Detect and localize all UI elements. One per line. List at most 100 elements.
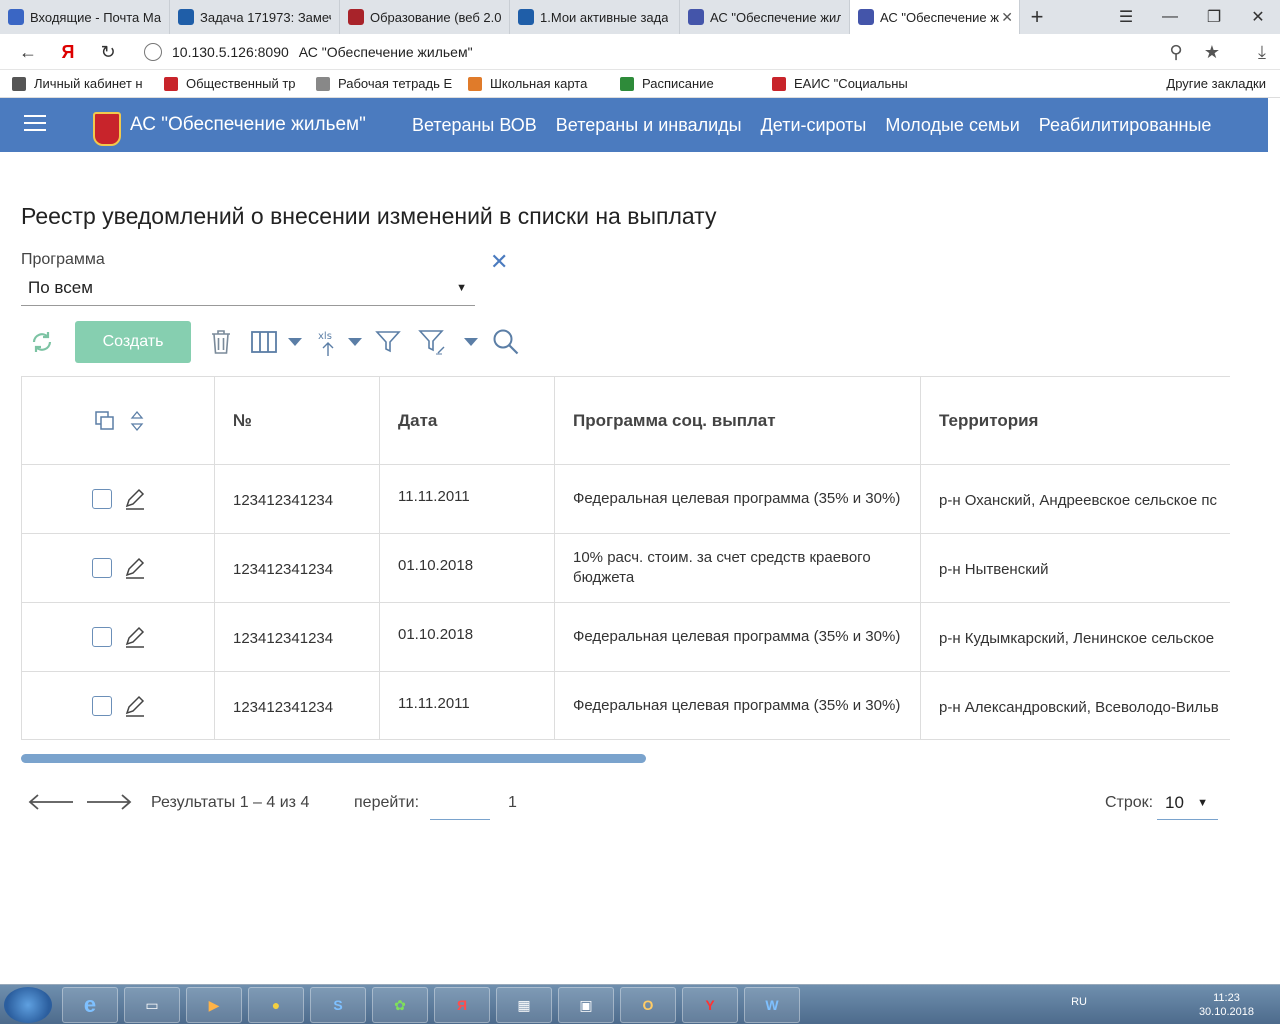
other-bookmarks[interactable]: Другие закладки — [1166, 76, 1266, 91]
bookmark-label: Расписание — [642, 76, 714, 91]
export-dropdown-icon[interactable] — [345, 321, 365, 363]
bookmark-star-icon[interactable]: ★ — [1194, 42, 1230, 63]
browser-tab[interactable]: АС "Обеспечение ж ✕ — [850, 0, 1020, 34]
table-row[interactable]: 123412341234 01.10.2018 10% расч. стоим. з… — [22, 534, 1230, 603]
cell-number: 123412341234 — [215, 465, 380, 533]
edit-filter-icon[interactable] — [417, 321, 451, 363]
header-number[interactable]: № — [215, 377, 380, 465]
cell-date: 11.11.2011 — [380, 465, 555, 533]
prev-page-arrow-icon[interactable] — [27, 792, 75, 817]
language-indicator[interactable]: RU — [1071, 996, 1087, 1008]
refresh-icon[interactable] — [27, 321, 57, 363]
create-button[interactable]: Создать — [75, 321, 191, 363]
program-filter-select[interactable]: По всем ▼ — [21, 275, 475, 306]
tab-favicon-icon — [178, 9, 194, 25]
current-page[interactable]: 1 — [508, 794, 517, 812]
start-button[interactable] — [4, 987, 52, 1023]
row-checkbox[interactable] — [92, 558, 112, 578]
bookmark-item[interactable]: Общественный тр — [164, 76, 304, 91]
icq-icon[interactable]: ✿ — [372, 987, 428, 1023]
word-icon[interactable]: W — [744, 987, 800, 1023]
clear-filter-icon[interactable]: ✕ — [490, 249, 508, 275]
table-row[interactable]: 123412341234 11.11.2011 Федеральная целева… — [22, 465, 1230, 534]
export-xls-icon[interactable]: xls — [313, 321, 343, 363]
bookmark-item[interactable]: Школьная карта — [468, 76, 608, 91]
app-header: АС "Обеспечение жильем" Ветераны ВОВ Вете… — [0, 98, 1280, 152]
browser-tab[interactable]: Образование (веб 2.0 — [340, 0, 510, 34]
program-filter-label: Программа — [21, 251, 105, 268]
bookmark-item[interactable]: Рабочая тетрадь Е — [316, 76, 456, 91]
columns-icon[interactable] — [249, 321, 279, 363]
nav-item[interactable]: Ветераны ВОВ — [412, 115, 537, 136]
tab-title: Входящие - Почта Ма — [30, 9, 161, 25]
yandex-browser-icon[interactable]: Я — [434, 987, 490, 1023]
app-name[interactable]: АС "Обеспечение жильем" — [130, 114, 366, 136]
header-territory[interactable]: Территория — [921, 377, 1230, 465]
edit-filter-dropdown-icon[interactable] — [461, 321, 481, 363]
minimize-button[interactable]: — — [1148, 0, 1192, 34]
close-window-button[interactable]: ✕ — [1236, 0, 1280, 34]
row-actions-cell — [22, 672, 215, 739]
url-field[interactable]: 10.130.5.126:8090 АС "Обеспечение жильем… — [134, 38, 1214, 66]
row-checkbox[interactable] — [92, 489, 112, 509]
browser-tab[interactable]: Входящие - Почта Ма — [0, 0, 170, 34]
columns-dropdown-icon[interactable] — [285, 321, 305, 363]
delete-icon[interactable] — [207, 321, 235, 363]
bookmark-label: Рабочая тетрадь Е — [338, 76, 453, 91]
edit-pencil-icon[interactable] — [123, 556, 147, 580]
nav-item[interactable]: Молодые семьи — [885, 115, 1019, 136]
clock[interactable]: 11:23 30.10.2018 — [1199, 991, 1254, 1019]
table-row[interactable]: 123412341234 01.10.2018 Федеральная целева… — [22, 603, 1230, 672]
bookmark-item[interactable]: Личный кабинет н — [12, 76, 152, 91]
edit-pencil-icon[interactable] — [123, 487, 147, 511]
bookmark-favicon-icon — [12, 76, 26, 91]
browser-tab[interactable]: АС "Обеспечение жил — [680, 0, 850, 34]
yandex-icon[interactable]: Y — [682, 987, 738, 1023]
header-program[interactable]: Программа соц. выплат — [555, 377, 921, 465]
bookmark-item[interactable]: Расписание — [620, 76, 760, 91]
calculator-icon[interactable]: ▦ — [496, 987, 552, 1023]
cell-program: Федеральная целевая программа (35% и 30%… — [555, 603, 921, 671]
bookmark-label: Личный кабинет н — [34, 76, 143, 91]
header-date[interactable]: Дата — [380, 377, 555, 465]
copy-icon[interactable] — [94, 410, 116, 432]
hamburger-menu-icon[interactable] — [24, 115, 46, 133]
chrome-icon[interactable]: ● — [248, 987, 304, 1023]
translate-icon[interactable]: ⚲ — [1158, 42, 1194, 63]
network-app-icon[interactable]: ▣ — [558, 987, 614, 1023]
header-actions-cell — [22, 377, 215, 465]
sort-icon[interactable] — [129, 410, 145, 432]
filter-icon[interactable] — [373, 321, 403, 363]
table-row[interactable]: 123412341234 11.11.2011 Федеральная целева… — [22, 672, 1230, 739]
next-page-arrow-icon[interactable] — [85, 792, 133, 817]
search-icon[interactable] — [489, 321, 523, 363]
browser-tab[interactable]: 1.Мои активные зада — [510, 0, 680, 34]
browser-menu-icon[interactable]: ☰ — [1104, 0, 1148, 34]
reload-icon[interactable]: ↻ — [90, 34, 126, 70]
back-icon[interactable]: ← — [10, 34, 46, 70]
new-tab-button[interactable]: + — [1020, 0, 1054, 34]
download-icon[interactable]: ⤓ — [1244, 42, 1280, 63]
vertical-scrollbar[interactable] — [1268, 98, 1280, 960]
horizontal-scrollbar[interactable] — [21, 754, 646, 763]
tab-favicon-icon — [688, 9, 704, 25]
nav-item[interactable]: Ветераны и инвалиды — [556, 115, 742, 136]
browser-tab[interactable]: Задача 171973: Замеч — [170, 0, 340, 34]
restore-button[interactable]: ❐ — [1192, 0, 1236, 34]
edit-pencil-icon[interactable] — [123, 625, 147, 649]
ie-icon[interactable]: e — [62, 987, 118, 1023]
goto-page-input[interactable] — [430, 788, 490, 820]
edit-pencil-icon[interactable] — [123, 694, 147, 718]
row-checkbox[interactable] — [92, 696, 112, 716]
nav-item[interactable]: Реабилитированные — [1039, 115, 1212, 136]
row-checkbox[interactable] — [92, 627, 112, 647]
outlook-icon[interactable]: O — [620, 987, 676, 1023]
nav-item[interactable]: Дети-сироты — [761, 115, 867, 136]
rows-per-page-select[interactable]: 10 ▼ — [1157, 788, 1218, 820]
close-tab-icon[interactable]: ✕ — [1001, 9, 1013, 26]
bookmark-item[interactable]: ЕАИС "Социальны — [772, 76, 912, 91]
media-player-icon[interactable]: ▶ — [186, 987, 242, 1023]
explorer-icon[interactable]: ▭ — [124, 987, 180, 1023]
skype-icon[interactable]: S — [310, 987, 366, 1023]
yandex-icon[interactable]: Я — [50, 34, 86, 70]
